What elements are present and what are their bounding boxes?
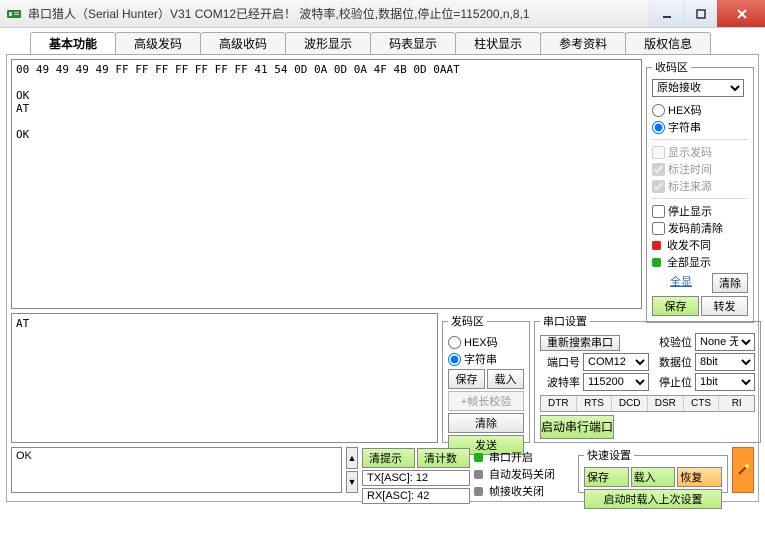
sig-cts: CTS (684, 396, 720, 411)
qset-save-button[interactable]: 保存 (584, 467, 629, 487)
window-titlebar: 串口猎人（Serial Hunter）V31 COM12已经开启！ 波特率,校验… (0, 0, 765, 28)
clear-count-button[interactable]: 清计数 (417, 448, 470, 468)
tx-panel-legend: 发码区 (448, 313, 487, 329)
tab-bar-display[interactable]: 柱状显示 (455, 32, 541, 54)
clear-tip-button[interactable]: 清提示 (362, 448, 415, 468)
tx-save-button[interactable]: 保存 (448, 369, 485, 389)
qset-restore-button[interactable]: 恢复 (677, 467, 722, 487)
rx-preclr-check[interactable] (652, 222, 665, 235)
quickset-panel: 快速设置 保存 载入 恢复 启动时载入上次设置 (578, 447, 728, 493)
tab-reference[interactable]: 参考资料 (540, 32, 626, 54)
port-panel-legend: 串口设置 (540, 313, 590, 329)
magic-wand-icon (736, 463, 750, 477)
quickset-legend: 快速设置 (584, 447, 634, 463)
rescan-button[interactable]: 重新搜索串口 (540, 335, 620, 351)
rx-ts-check (652, 163, 665, 176)
tab-basic[interactable]: 基本功能 (30, 32, 116, 54)
rx-fullshow-link[interactable]: 全显 (652, 273, 710, 293)
rx-panel: 收码区 原始接收 HEX码 字符串 显示发码 标注时间 标注来源 停止显示 发码… (646, 59, 754, 323)
rx-src-check (652, 180, 665, 193)
rx-mode-select[interactable]: 原始接收 (652, 79, 744, 97)
status-column: 串口开启 自动发码关闭 帧接收关闭 (474, 447, 574, 493)
tx-clear-button[interactable]: 清除 (448, 413, 524, 433)
port-panel: 串口设置 重新搜索串口 校验位 None 无 端口号 COM12 数据位 8bi… (534, 313, 761, 443)
tab-about[interactable]: 版权信息 (625, 32, 711, 54)
rx-hex-radio[interactable] (652, 104, 665, 117)
app-icon (6, 6, 22, 22)
tx-panel: 发码区 HEX码 字符串 保存 载入 +帧长校验 清除 发送 (442, 313, 530, 443)
led-all-icon (652, 258, 661, 267)
sig-dcd: DCD (612, 396, 648, 411)
parity-select[interactable]: None 无 (695, 333, 755, 351)
rx-output[interactable]: 00 49 49 49 49 FF FF FF FF FF FF FF 41 5… (11, 59, 642, 309)
rx-str-radio[interactable] (652, 121, 665, 134)
led-autotx-icon (474, 470, 483, 479)
rx-showtx-check (652, 146, 665, 159)
start-port-button[interactable]: 启动串行端口 (540, 415, 614, 439)
led-port-icon (474, 453, 483, 462)
tx-input[interactable]: AT (11, 313, 438, 443)
stopbits-select[interactable]: 1bit (695, 373, 755, 391)
baud-select[interactable]: 115200 (583, 373, 649, 391)
qset-load-button[interactable]: 载入 (631, 467, 676, 487)
port-select[interactable]: COM12 (583, 353, 649, 371)
scroll-down-button[interactable]: ▼ (346, 471, 358, 493)
rx-clear-button[interactable]: 清除 (712, 273, 748, 293)
maximize-button[interactable] (683, 0, 717, 27)
tool-wand-button[interactable] (732, 447, 754, 493)
tab-adv-tx[interactable]: 高级发码 (115, 32, 201, 54)
tx-count: TX[ASC]: 12 (362, 470, 470, 486)
sig-dsr: DSR (648, 396, 684, 411)
sig-rts[interactable]: RTS (577, 396, 613, 411)
qset-loadlast-button[interactable]: 启动时载入上次设置 (584, 489, 722, 509)
led-diff-icon (652, 241, 661, 250)
sig-ri: RI (719, 396, 754, 411)
tx-load-button[interactable]: 载入 (487, 369, 524, 389)
tip-output: OK (11, 447, 342, 493)
tab-panel: 00 49 49 49 49 FF FF FF FF FF FF FF 41 5… (6, 54, 759, 502)
rx-panel-legend: 收码区 (652, 59, 691, 75)
close-button[interactable] (717, 0, 765, 27)
scroll-up-button[interactable]: ▲ (346, 447, 358, 469)
tab-bar: 基本功能 高级发码 高级收码 波形显示 码表显示 柱状显示 参考资料 版权信息 (0, 32, 765, 54)
minimize-button[interactable] (649, 0, 683, 27)
window-title: 串口猎人（Serial Hunter）V31 COM12已经开启！ 波特率,校验… (28, 5, 649, 22)
sig-dtr[interactable]: DTR (541, 396, 577, 411)
tx-hex-radio[interactable] (448, 336, 461, 349)
tx-crc-button: +帧长校验 (448, 391, 524, 411)
tab-adv-rx[interactable]: 高级收码 (200, 32, 286, 54)
tab-wave[interactable]: 波形显示 (285, 32, 371, 54)
rx-count: RX[ASC]: 42 (362, 488, 470, 504)
tx-str-radio[interactable] (448, 353, 461, 366)
databits-select[interactable]: 8bit (695, 353, 755, 371)
tab-meter[interactable]: 码表显示 (370, 32, 456, 54)
rx-stop-check[interactable] (652, 205, 665, 218)
led-framerx-icon (474, 487, 483, 496)
signal-lights: DTR RTS DCD DSR CTS RI (540, 395, 755, 412)
